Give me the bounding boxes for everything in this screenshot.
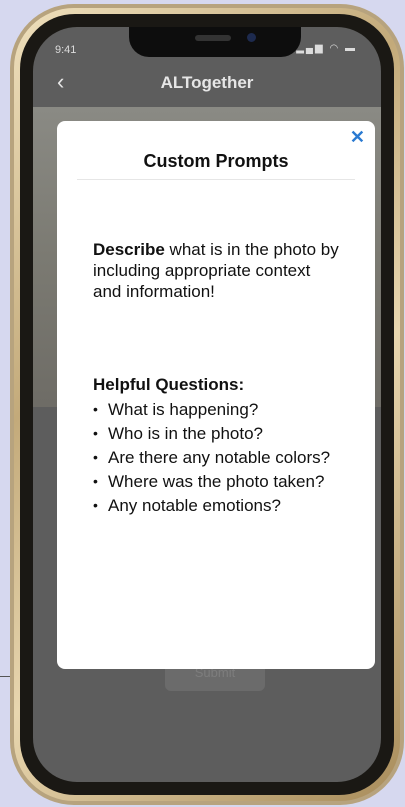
wifi-icon: ◠ bbox=[329, 43, 341, 54]
questions-list: What is happening? Who is in the photo? … bbox=[93, 399, 343, 519]
navbar: ‹ ALTogether bbox=[33, 61, 381, 105]
list-item: What is happening? bbox=[93, 399, 343, 420]
camera-icon bbox=[247, 33, 256, 42]
notch bbox=[129, 27, 301, 57]
list-item: Are there any notable colors? bbox=[93, 447, 343, 468]
status-icons: ▂▄▆ ◠ ▬ bbox=[296, 43, 357, 54]
modal-divider bbox=[77, 179, 355, 180]
status-time: 9:41 bbox=[55, 44, 77, 56]
list-item: Who is in the photo? bbox=[93, 423, 343, 444]
speaker-grille bbox=[195, 35, 231, 41]
app-title: ALTogether bbox=[160, 73, 254, 92]
prompt-bold: Describe bbox=[93, 240, 165, 259]
list-item: Where was the photo taken? bbox=[93, 471, 343, 492]
battery-icon: ▬ bbox=[345, 43, 357, 54]
close-icon[interactable]: ✕ bbox=[350, 127, 365, 148]
helpful-questions-heading: Helpful Questions: bbox=[93, 375, 245, 394]
modal-title: Custom Prompts bbox=[143, 151, 289, 171]
list-item: Any notable emotions? bbox=[93, 495, 343, 516]
signal-icon: ▂▄▆ bbox=[296, 43, 325, 54]
phone-screen: 9:41 ▂▄▆ ◠ ▬ ‹ ALTogether Submit ✕ Custo… bbox=[33, 27, 381, 782]
custom-prompts-modal: ✕ Custom Prompts Describe what is in the… bbox=[57, 121, 375, 669]
prompt-text: Describe what is in the photo by includi… bbox=[93, 239, 343, 302]
